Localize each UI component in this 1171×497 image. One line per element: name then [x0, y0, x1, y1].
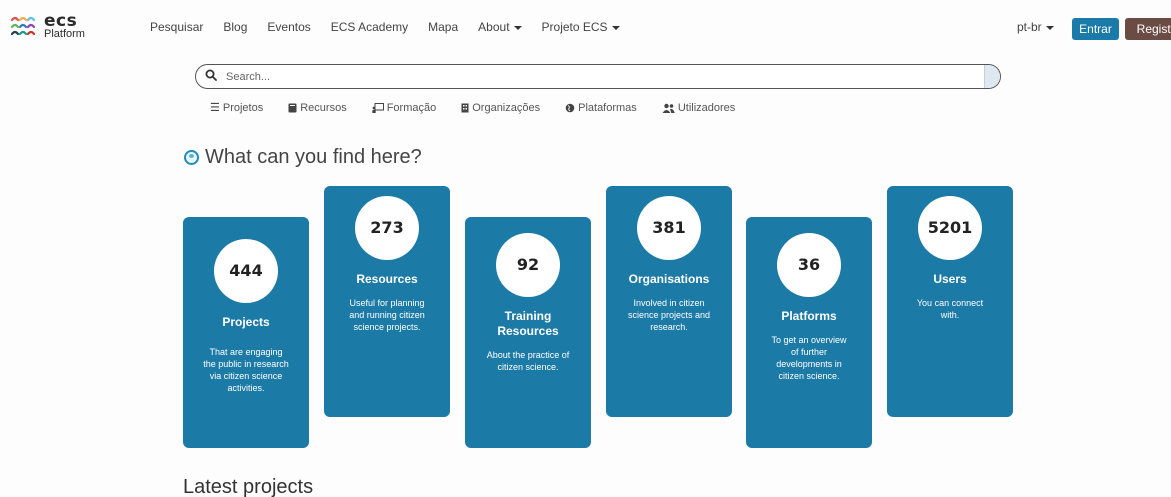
stat-count: 36: [777, 233, 841, 297]
filter-projetos[interactable]: ☰ Projetos: [210, 101, 264, 115]
logo-platform-text: Platform: [44, 27, 85, 40]
filter-organizacoes[interactable]: Organizações: [461, 101, 540, 114]
stat-card-resources[interactable]: 273 Resources Useful for planning and ru…: [324, 186, 450, 417]
stat-desc: You can connect with.: [916, 298, 984, 320]
list-icon: ☰: [210, 102, 220, 114]
stat-desc: Useful for planning and running citizen …: [349, 298, 425, 332]
search-bar-end: [984, 65, 1000, 88]
caret-down-icon: [1045, 25, 1054, 30]
latest-projects-heading: Latest projects: [183, 476, 314, 497]
search-bar: [195, 64, 1001, 89]
globe-icon: [565, 103, 575, 112]
caret-down-icon: [611, 25, 620, 30]
stat-desc: That are engaging the public in research…: [203, 347, 289, 393]
stat-card-users[interactable]: 5201 Users You can connect with.: [887, 186, 1013, 417]
ecs-logo-icon: [10, 16, 36, 36]
top-navbar: ecs Platform Pesquisar Blog Eventos ECS …: [0, 0, 1171, 56]
filter-plataformas[interactable]: Plataformas: [565, 101, 637, 114]
building-icon: [461, 103, 469, 112]
stat-title: Resources: [356, 272, 418, 286]
stat-title: Organisations: [628, 272, 710, 286]
search-icon[interactable]: [196, 69, 226, 84]
nav-about-dropdown[interactable]: About: [478, 20, 522, 34]
register-button[interactable]: Registar: [1125, 18, 1171, 40]
stat-desc: About the practice of citizen science.: [486, 350, 570, 372]
login-button[interactable]: Entrar: [1072, 18, 1119, 40]
users-icon: [662, 103, 675, 113]
stat-desc: Involved in citizen science projects and…: [627, 298, 711, 332]
nav-mapa[interactable]: Mapa: [428, 20, 458, 34]
stat-title: Training Resources: [497, 309, 559, 338]
filter-label: Recursos: [300, 101, 347, 114]
search-filters: ☰ Projetos Recursos Formação Organizaçõe…: [210, 101, 760, 115]
stat-title: Projects: [222, 315, 270, 329]
filter-label: Projetos: [222, 101, 264, 114]
language-label: pt-br: [1017, 20, 1042, 34]
chalkboard-icon: [372, 102, 384, 113]
ecs-logo[interactable]: ecs Platform: [8, 10, 85, 42]
globe-icon: [184, 150, 199, 165]
filter-label: Organizações: [472, 101, 541, 114]
nav-eventos[interactable]: Eventos: [267, 20, 310, 34]
filter-label: Utilizadores: [677, 101, 736, 114]
book-icon: [288, 103, 297, 112]
stat-card-training-resources[interactable]: 92 Training Resources About the practice…: [465, 217, 591, 448]
stat-card-organisations[interactable]: 381 Organisations Involved in citizen sc…: [606, 186, 732, 417]
find-here-heading: What can you find here?: [184, 146, 422, 169]
find-here-text: What can you find here?: [205, 146, 422, 168]
filter-label: Plataformas: [578, 101, 637, 114]
stat-count: 5201: [918, 196, 982, 260]
stat-count: 273: [355, 196, 419, 260]
filter-label: Formação: [386, 101, 437, 114]
nav-pesquisar[interactable]: Pesquisar: [150, 20, 203, 34]
filter-utilizadores[interactable]: Utilizadores: [662, 101, 735, 114]
nav-blog[interactable]: Blog: [223, 20, 247, 34]
main-nav: Pesquisar Blog Eventos ECS Academy Mapa …: [150, 20, 640, 34]
stat-count: 444: [214, 239, 278, 303]
stat-desc: To get an overview of further developmen…: [771, 335, 847, 381]
stat-card-platforms[interactable]: 36 Platforms To get an overview of furth…: [746, 217, 872, 448]
filter-recursos[interactable]: Recursos: [288, 101, 347, 114]
nav-projeto-ecs-dropdown[interactable]: Projeto ECS: [542, 20, 620, 34]
language-selector[interactable]: pt-br: [1017, 20, 1054, 34]
nav-ecs-academy[interactable]: ECS Academy: [331, 20, 408, 34]
stat-count: 381: [637, 196, 701, 260]
stat-count: 92: [496, 233, 560, 297]
caret-down-icon: [513, 25, 522, 30]
stat-title: Users: [933, 272, 967, 286]
stat-card-projects[interactable]: 444 Projects That are engaging the publi…: [183, 217, 309, 448]
search-input[interactable]: [226, 65, 984, 88]
filter-formacao[interactable]: Formação: [372, 101, 437, 114]
stat-title: Platforms: [781, 309, 837, 323]
